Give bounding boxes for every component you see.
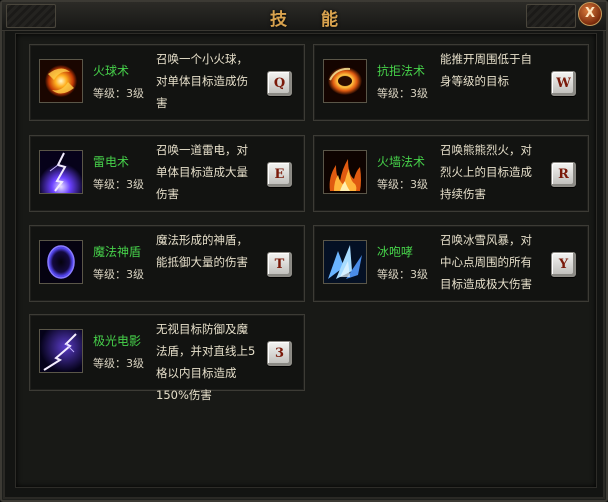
skill-card-repel[interactable]: 抗拒法术 等级：3级 能推开周围低于自身等级的目标 W [313, 44, 589, 121]
hotkey-button-y[interactable]: Y [551, 252, 576, 277]
fireball-icon[interactable] [39, 59, 83, 103]
skill-level: 等级：3级 [377, 178, 428, 191]
hotkey-button-e[interactable]: E [267, 162, 292, 187]
skill-card-firewall[interactable]: 火墙法术 等级：3级 召唤熊熊烈火，对烈火上的目标造成持续伤害 R [313, 135, 589, 212]
magic-shield-icon[interactable] [39, 240, 83, 284]
window-title: 技 能 [270, 10, 352, 30]
repel-icon[interactable] [323, 59, 367, 103]
skill-description: 召唤冰雪风暴，对中心点周围的所有目标造成极大伤害 [440, 233, 532, 291]
skill-level: 等级：3级 [93, 87, 144, 100]
skill-card-lightning[interactable]: 雷电术 等级：3级 召唤一道雷电，对单体目标造成大量伤害 E [29, 135, 305, 212]
hotkey-button-w[interactable]: W [551, 71, 576, 96]
close-button[interactable]: X [578, 2, 602, 26]
skills-panel: 火球术 等级：3级 召唤一个小火球，对单体目标造成伤害 Q 抗拒法术 等级：3级… [15, 33, 597, 488]
hotkey-button-r[interactable]: R [551, 162, 576, 187]
skill-name: 极光电影 [93, 334, 142, 348]
skill-name: 抗拒法术 [377, 64, 426, 78]
skill-name: 冰咆哮 [377, 245, 414, 259]
skill-card-magic-shield[interactable]: 魔法神盾 等级：3级 魔法形成的神盾，能抵御大量的伤害 T [29, 225, 305, 302]
skill-level: 等级：3级 [377, 268, 428, 281]
skill-name: 雷电术 [93, 155, 130, 169]
skill-card-ice-roar[interactable]: 冰咆哮 等级：3级 召唤冰雪风暴，对中心点周围的所有目标造成极大伤害 Y [313, 225, 589, 302]
skill-description: 魔法形成的神盾，能抵御大量的伤害 [156, 233, 248, 269]
hotkey-button-q[interactable]: Q [267, 71, 292, 96]
aurora-lightning-icon[interactable] [39, 329, 83, 373]
skill-card-fireball[interactable]: 火球术 等级：3级 召唤一个小火球，对单体目标造成伤害 Q [29, 44, 305, 121]
skill-name: 火球术 [93, 64, 130, 78]
skill-description: 召唤一个小火球，对单体目标造成伤害 [156, 52, 248, 110]
lightning-icon[interactable] [39, 150, 83, 194]
skill-description: 召唤熊熊烈火，对烈火上的目标造成持续伤害 [440, 143, 532, 201]
firewall-icon[interactable] [323, 150, 367, 194]
hotkey-button-t[interactable]: T [267, 252, 292, 277]
skill-description: 召唤一道雷电，对单体目标造成大量伤害 [156, 143, 248, 201]
skill-description: 能推开周围低于自身等级的目标 [440, 52, 532, 88]
skill-level: 等级：3级 [93, 178, 144, 191]
skill-level: 等级：3级 [93, 268, 144, 281]
skill-level: 等级：3级 [377, 87, 428, 100]
skill-level: 等级：3级 [93, 357, 144, 370]
skill-name: 火墙法术 [377, 155, 426, 169]
skills-window: 技 能 X 火球术 等级：3级 召唤一个小火球，对单体目标造成伤害 Q 抗拒法术… [0, 0, 608, 502]
skill-name: 魔法神盾 [93, 245, 142, 259]
skill-description: 无视目标防御及魔法盾，并对直线上5格以内目标造成150%伤害 [156, 322, 256, 402]
ice-roar-icon[interactable] [323, 240, 367, 284]
title-bar: 技 能 X [2, 2, 606, 31]
hotkey-button-3[interactable]: 3 [267, 341, 292, 366]
skill-card-aurora-lightning[interactable]: 极光电影 等级：3级 无视目标防御及魔法盾，并对直线上5格以内目标造成150%伤… [29, 314, 305, 402]
